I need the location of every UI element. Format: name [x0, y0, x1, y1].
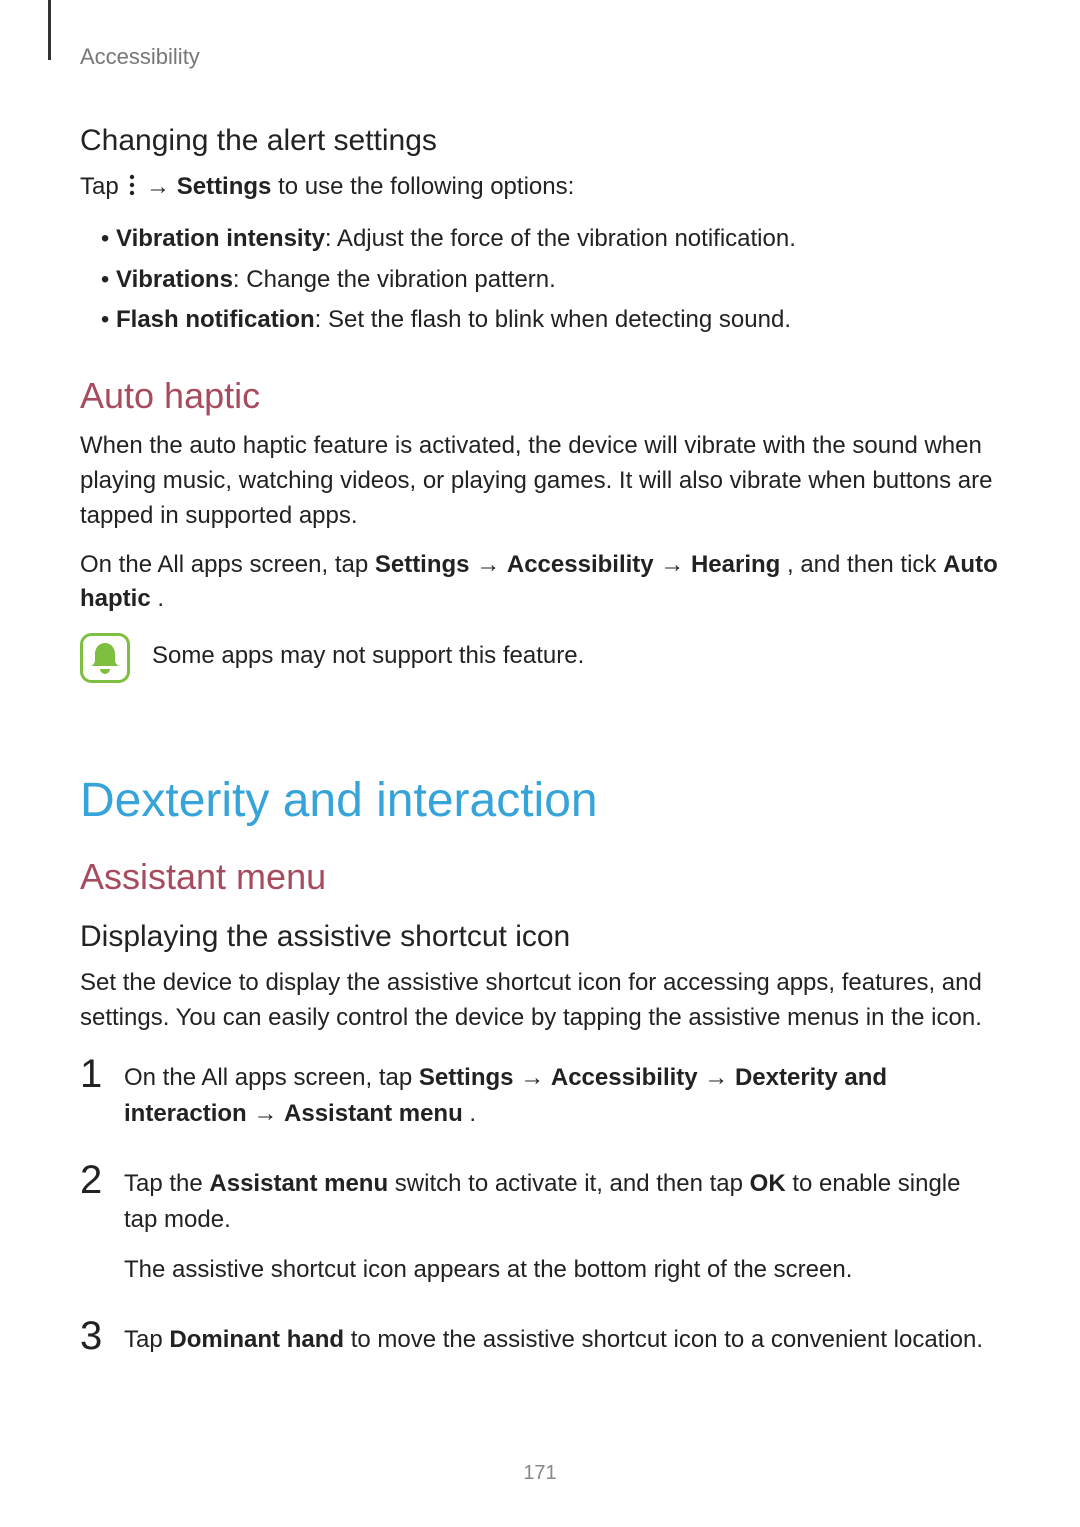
- alert-bullets: Vibration intensity: Adjust the force of…: [80, 219, 1000, 341]
- text-bold: Assistant menu: [209, 1170, 388, 1197]
- text: Tap: [124, 1326, 169, 1353]
- breadcrumb: Accessibility: [80, 44, 1000, 70]
- step-body: On the All apps screen, tap Settings → A…: [124, 1054, 1000, 1132]
- text: Tap: [80, 173, 125, 200]
- item-name: Vibration intensity: [116, 225, 325, 252]
- item-name: Flash notification: [116, 306, 315, 333]
- text: to move the assistive shortcut icon to a…: [351, 1326, 983, 1353]
- item-desc: : Change the vibration pattern.: [233, 266, 556, 293]
- step-1: On the All apps screen, tap Settings → A…: [80, 1054, 1000, 1132]
- heading-alert-settings: Changing the alert settings: [80, 124, 1000, 158]
- text-bold: Settings: [177, 173, 272, 200]
- auto-haptic-p1: When the auto haptic feature is activate…: [80, 429, 1000, 533]
- text: →: [520, 1064, 551, 1091]
- item-desc: : Set the flash to blink when detecting …: [315, 306, 791, 333]
- step-3: Tap Dominant hand to move the assistive …: [80, 1316, 1000, 1358]
- text: to use the following options:: [278, 173, 574, 200]
- text-bold: Accessibility: [507, 551, 654, 578]
- steps-list: On the All apps screen, tap Settings → A…: [80, 1054, 1000, 1358]
- text-bold: Hearing: [691, 551, 780, 578]
- text: On the All apps screen, tap: [124, 1064, 419, 1091]
- auto-haptic-p2: On the All apps screen, tap Settings → A…: [80, 548, 1000, 618]
- text: →: [660, 551, 691, 578]
- page: Accessibility Changing the alert setting…: [0, 0, 1080, 1527]
- text-bold: Accessibility: [551, 1064, 698, 1091]
- list-item: Vibrations: Change the vibration pattern…: [116, 260, 1000, 301]
- more-vert-icon: [125, 172, 139, 194]
- text: On the All apps screen, tap: [80, 551, 375, 578]
- step-subtext: The assistive shortcut icon appears at t…: [124, 1252, 1000, 1288]
- alert-intro: Tap → Settings to use the following opti…: [80, 170, 1000, 205]
- text-bold: Dominant hand: [169, 1326, 344, 1353]
- page-number: 171: [0, 1462, 1080, 1485]
- text-bold: Settings: [419, 1064, 514, 1091]
- text: .: [469, 1100, 476, 1127]
- text: →: [476, 551, 507, 578]
- heading-assist-icon: Displaying the assistive shortcut icon: [80, 920, 1000, 954]
- note-row: Some apps may not support this feature.: [80, 631, 1000, 683]
- step-2: Tap the Assistant menu switch to activat…: [80, 1160, 1000, 1288]
- top-rule: [48, 0, 51, 60]
- heading-dexterity: Dexterity and interaction: [80, 773, 1000, 828]
- text: .: [157, 585, 164, 612]
- step-body: Tap Dominant hand to move the assistive …: [124, 1316, 983, 1358]
- heading-assistant-menu: Assistant menu: [80, 856, 1000, 898]
- text: Tap the: [124, 1170, 209, 1197]
- text: switch to activate it, and then tap: [395, 1170, 750, 1197]
- text: →: [146, 173, 177, 200]
- heading-auto-haptic: Auto haptic: [80, 375, 1000, 417]
- item-name: Vibrations: [116, 266, 233, 293]
- text: →: [253, 1100, 284, 1127]
- text: →: [704, 1064, 735, 1091]
- assist-intro: Set the device to display the assistive …: [80, 966, 1000, 1036]
- step-body: Tap the Assistant menu switch to activat…: [124, 1160, 1000, 1288]
- note-text: Some apps may not support this feature.: [152, 631, 584, 674]
- text-bold: Settings: [375, 551, 470, 578]
- bell-icon: [80, 633, 130, 683]
- list-item: Flash notification: Set the flash to bli…: [116, 300, 1000, 341]
- text-bold: Assistant menu: [284, 1100, 463, 1127]
- item-desc: : Adjust the force of the vibration noti…: [325, 225, 796, 252]
- list-item: Vibration intensity: Adjust the force of…: [116, 219, 1000, 260]
- text-bold: OK: [750, 1170, 786, 1197]
- text: , and then tick: [787, 551, 943, 578]
